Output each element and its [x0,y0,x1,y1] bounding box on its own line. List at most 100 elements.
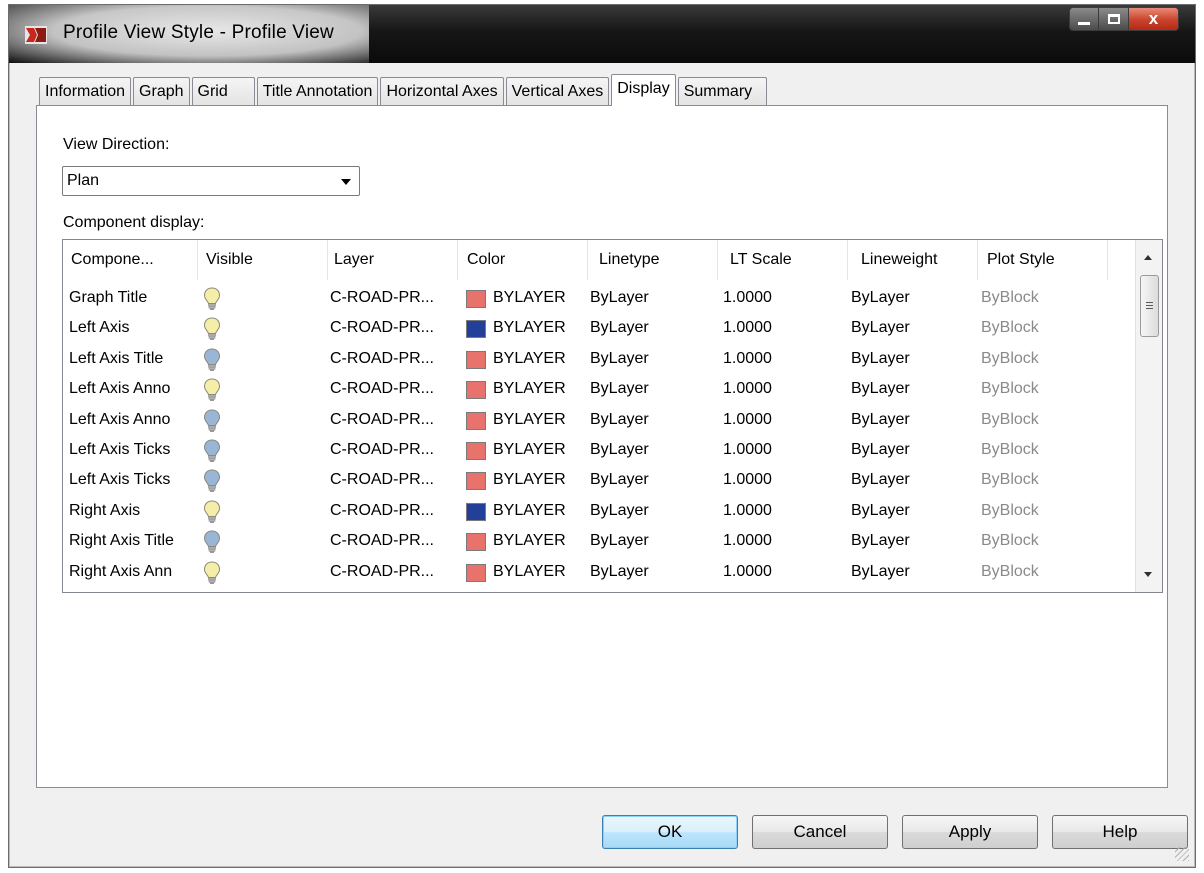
cell-linetype[interactable]: ByLayer [590,283,649,313]
column-header-layer[interactable]: Layer [328,240,458,280]
apply-button[interactable]: Apply [902,815,1038,849]
scroll-thumb[interactable] [1140,275,1159,337]
cell-lt-scale[interactable]: 1.0000 [723,557,772,587]
column-header-linetype[interactable]: Linetype [588,240,718,280]
table-row[interactable]: Left Axis Anno C-ROAD-PR... BYLAYER ByLayer… [63,374,1135,404]
app-icon[interactable] [25,26,47,44]
table-row[interactable]: Left Axis Title C-ROAD-PR... BYLAYER ByLaye… [63,344,1135,374]
cell-color[interactable]: BYLAYER [493,344,566,374]
lightbulb-on-icon[interactable] [203,439,221,463]
column-header-plot-style[interactable]: Plot Style [978,240,1108,280]
dropdown-arrow-icon[interactable] [341,179,351,185]
close-button[interactable]: x [1129,7,1179,31]
table-row[interactable]: Graph Title C-ROAD-PR... BYLAYER ByLayer 1.0… [63,283,1135,313]
color-swatch[interactable] [466,350,486,369]
cell-color[interactable]: BYLAYER [493,313,566,343]
tab-title-annotation[interactable]: Title Annotation [256,77,379,106]
cell-lineweight[interactable]: ByLayer [851,405,910,435]
cell-color[interactable]: BYLAYER [493,405,566,435]
lightbulb-on-icon[interactable] [203,348,221,372]
cell-linetype[interactable]: ByLayer [590,496,649,526]
cell-lt-scale[interactable]: 1.0000 [723,496,772,526]
cell-lineweight[interactable]: ByLayer [851,496,910,526]
cell-layer[interactable]: C-ROAD-PR... [330,313,434,343]
color-swatch[interactable] [466,290,486,308]
lightbulb-off-icon[interactable] [203,317,221,341]
table-row[interactable]: Right Axis Ann C-ROAD-PR... BYLAYER ByLayer… [63,557,1135,587]
ok-button[interactable]: OK [602,815,738,849]
table-row[interactable]: Right Axis Title C-ROAD-PR... BYLAYER ByLay… [63,526,1135,556]
color-swatch[interactable] [466,320,486,339]
cell-layer[interactable]: C-ROAD-PR... [330,557,434,587]
cell-color[interactable]: BYLAYER [493,465,566,495]
cell-lineweight[interactable]: ByLayer [851,344,910,374]
color-swatch[interactable] [466,533,486,552]
cell-layer[interactable]: C-ROAD-PR... [330,465,434,495]
lightbulb-off-icon[interactable] [203,287,221,311]
table-row[interactable]: Left Axis Ticks C-ROAD-PR... BYLAYER ByLaye… [63,435,1135,465]
lightbulb-on-icon[interactable] [203,469,221,493]
component-display-grid[interactable]: Compone... Visible Layer Color Linetype … [62,239,1163,593]
cell-layer[interactable]: C-ROAD-PR... [330,405,434,435]
cell-lt-scale[interactable]: 1.0000 [723,526,772,556]
color-swatch[interactable] [466,381,486,400]
table-row[interactable]: Left Axis Anno C-ROAD-PR... BYLAYER ByLayer… [63,405,1135,435]
cell-layer[interactable]: C-ROAD-PR... [330,374,434,404]
table-row[interactable]: Right Axis C-ROAD-PR... BYLAYER ByLayer 1.00… [63,496,1135,526]
lightbulb-off-icon[interactable] [203,561,221,585]
view-direction-dropdown[interactable]: Plan [62,166,360,196]
color-swatch[interactable] [466,441,486,460]
tab-vertical-axes[interactable]: Vertical Axes [505,77,610,106]
cell-lt-scale[interactable]: 1.0000 [723,465,772,495]
color-swatch[interactable] [466,502,486,521]
cell-lineweight[interactable]: ByLayer [851,435,910,465]
color-swatch[interactable] [466,472,486,491]
lightbulb-off-icon[interactable] [203,500,221,524]
cell-color[interactable]: BYLAYER [493,374,566,404]
cell-lineweight[interactable]: ByLayer [851,526,910,556]
cell-linetype[interactable]: ByLayer [590,526,649,556]
column-header-visible[interactable]: Visible [198,240,328,280]
column-header-component[interactable]: Compone... [63,240,198,280]
tab-information[interactable]: Information [39,77,132,106]
column-header-lineweight[interactable]: Lineweight [848,240,978,280]
cell-lt-scale[interactable]: 1.0000 [723,374,772,404]
cell-lineweight[interactable]: ByLayer [851,374,910,404]
tab-graph[interactable]: Graph [133,77,190,106]
tab-display[interactable]: Display [611,74,676,106]
tab-summary[interactable]: Summary [677,77,768,106]
cell-lt-scale[interactable]: 1.0000 [723,405,772,435]
cell-lt-scale[interactable]: 1.0000 [723,435,772,465]
cell-color[interactable]: BYLAYER [493,496,566,526]
vertical-scrollbar[interactable] [1135,240,1162,592]
cell-color[interactable]: BYLAYER [493,526,566,556]
cell-layer[interactable]: C-ROAD-PR... [330,283,434,313]
cell-color[interactable]: BYLAYER [493,557,566,587]
title-bar[interactable]: Profile View Style - Profile View x [9,5,1195,63]
cell-linetype[interactable]: ByLayer [590,344,649,374]
cell-linetype[interactable]: ByLayer [590,313,649,343]
cell-lt-scale[interactable]: 1.0000 [723,344,772,374]
cell-linetype[interactable]: ByLayer [590,435,649,465]
scroll-down-arrow-icon[interactable] [1144,572,1152,577]
maximize-button[interactable] [1099,7,1129,31]
cell-color[interactable]: BYLAYER [493,435,566,465]
tab-grid[interactable]: Grid [191,77,255,106]
cell-lineweight[interactable]: ByLayer [851,283,910,313]
lightbulb-off-icon[interactable] [203,378,221,402]
cell-linetype[interactable]: ByLayer [590,557,649,587]
tab-horizontal-axes[interactable]: Horizontal Axes [380,77,504,106]
column-header-lt-scale[interactable]: LT Scale [718,240,848,280]
lightbulb-on-icon[interactable] [203,530,221,554]
table-row[interactable]: Left Axis C-ROAD-PR... BYLAYER ByLayer 1.000… [63,313,1135,343]
color-swatch[interactable] [466,411,486,430]
scroll-up-arrow-icon[interactable] [1144,255,1152,260]
table-row[interactable]: Left Axis Ticks C-ROAD-PR... BYLAYER ByLaye… [63,465,1135,495]
minimize-button[interactable] [1069,7,1099,31]
cell-linetype[interactable]: ByLayer [590,405,649,435]
cell-linetype[interactable]: ByLayer [590,374,649,404]
cancel-button[interactable]: Cancel [752,815,888,849]
cell-layer[interactable]: C-ROAD-PR... [330,496,434,526]
cell-color[interactable]: BYLAYER [493,283,566,313]
cell-layer[interactable]: C-ROAD-PR... [330,435,434,465]
